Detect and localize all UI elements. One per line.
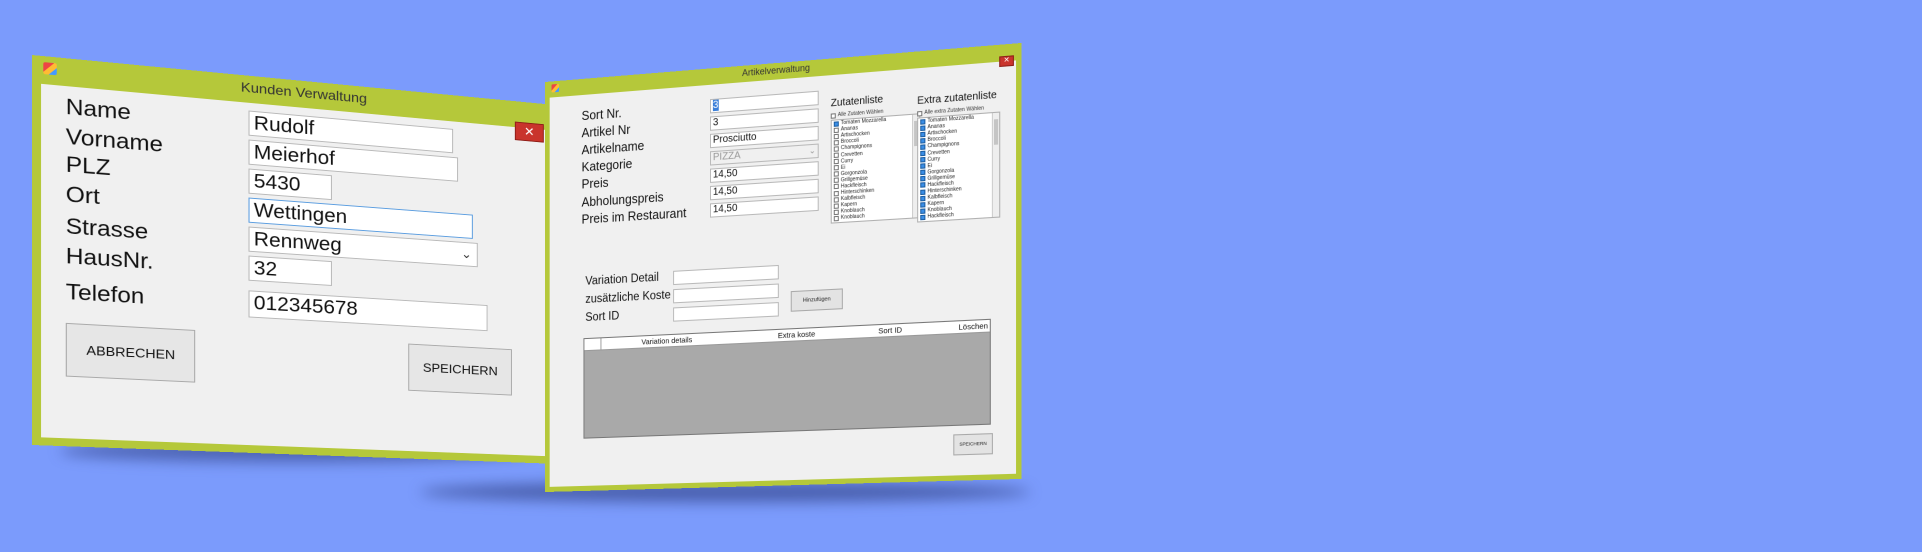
chevron-down-icon: ⌄	[461, 243, 472, 266]
artikelverwaltung-window: Artikelverwaltung ✕ Sort Nr. Artikel Nr …	[545, 43, 1021, 492]
list-item-label: Knoblauch	[841, 214, 865, 222]
plz-label: PLZ	[66, 152, 111, 181]
desktop-scene: Kunden Verwaltung ✕ Name Vorname PLZ Ort…	[0, 0, 1922, 552]
grid-header: Variation details Extra koste Sort ID Lö…	[584, 320, 989, 351]
checkbox[interactable]	[834, 197, 839, 203]
plz-field[interactable]: 5430	[248, 169, 331, 201]
checkbox[interactable]	[834, 171, 839, 177]
window-title: Artikelverwaltung	[550, 46, 1016, 94]
artikel-nr-label: Artikel Nr	[582, 123, 631, 141]
checkbox[interactable]	[917, 110, 922, 116]
checkbox[interactable]	[920, 202, 925, 208]
kategorie-label: Kategorie	[582, 157, 633, 175]
name-label: Name	[66, 94, 131, 125]
kunden-verwaltung-window: Kunden Verwaltung ✕ Name Vorname PLZ Ort…	[32, 55, 555, 464]
close-button[interactable]: ✕	[999, 55, 1014, 67]
chevron-down-icon: ⌄	[809, 145, 816, 158]
checkbox[interactable]	[834, 178, 839, 184]
sort-nr-value: 3	[713, 100, 718, 112]
telefon-field[interactable]: 012345678	[248, 290, 487, 331]
checkbox[interactable]	[920, 125, 925, 131]
checkbox[interactable]	[920, 144, 925, 150]
preis-restaurant-label: Preis im Restaurant	[582, 206, 687, 227]
column-header-sort-id[interactable]: Sort ID	[878, 325, 902, 336]
checkbox[interactable]	[920, 138, 925, 144]
checkbox[interactable]	[834, 203, 839, 209]
telefon-label: Telefon	[66, 279, 144, 309]
sort-id-label: Sort ID	[585, 310, 619, 324]
checkbox[interactable]	[920, 176, 925, 182]
extra-zutatenliste-title: Extra zutatenliste	[917, 89, 997, 107]
artikelname-label: Artikelname	[582, 139, 645, 158]
checkbox[interactable]	[834, 184, 839, 190]
column-header-loeschen[interactable]: Löschen	[958, 321, 988, 332]
checkbox[interactable]	[834, 152, 839, 158]
hausnr-label: HausNr.	[66, 243, 154, 274]
sort-nr-label: Sort Nr.	[582, 106, 622, 123]
speichern-button[interactable]: SPEICHERN	[953, 433, 993, 455]
checkbox[interactable]	[920, 170, 925, 176]
checkbox[interactable]	[831, 113, 836, 119]
checkbox[interactable]	[834, 216, 839, 222]
checkbox[interactable]	[834, 121, 839, 127]
hausnr-field[interactable]: 32	[248, 256, 331, 286]
variation-detail-field[interactable]	[673, 265, 779, 285]
checkbox[interactable]	[920, 151, 925, 157]
checkbox[interactable]	[834, 165, 839, 171]
variation-grid[interactable]: Variation details Extra koste Sort ID Lö…	[583, 319, 990, 439]
checkbox[interactable]	[920, 131, 925, 137]
checkbox[interactable]	[920, 119, 925, 125]
zutaten-list[interactable]: Tomaten Mozzarella Ananas Artischocken Broc…	[831, 113, 920, 223]
checkbox[interactable]	[834, 140, 839, 146]
checkbox[interactable]	[920, 208, 925, 214]
kategorie-value: PIZZA	[713, 150, 741, 163]
close-button[interactable]: ✕	[515, 122, 544, 143]
checkbox[interactable]	[834, 146, 839, 152]
preis-restaurant-field[interactable]: 14,50	[710, 196, 819, 217]
checkbox[interactable]	[834, 127, 839, 133]
grid-corner	[584, 338, 601, 350]
checkbox[interactable]	[834, 133, 839, 139]
checkbox[interactable]	[920, 163, 925, 169]
checkbox[interactable]	[920, 195, 925, 201]
zutatenliste-title: Zutatenliste	[831, 94, 883, 109]
ort-label: Ort	[66, 182, 100, 210]
speichern-button[interactable]: SPEICHERN	[408, 344, 512, 396]
sort-id-field[interactable]	[673, 302, 779, 322]
extra-zutaten-list[interactable]: Tomaten Mozzarella Ananas Artischocken Broc…	[917, 112, 1000, 223]
zusaetzliche-koste-label: zusätzliche Koste	[585, 289, 670, 306]
checkbox[interactable]	[920, 189, 925, 195]
strasse-value: Rennweg	[254, 229, 342, 256]
scrollbar[interactable]	[992, 113, 999, 217]
checkbox[interactable]	[920, 183, 925, 189]
checkbox[interactable]	[834, 190, 839, 196]
strasse-label: Strasse	[66, 213, 148, 244]
variation-detail-label: Variation Detail	[585, 272, 658, 288]
checkbox[interactable]	[834, 159, 839, 165]
abholungspreis-label: Abholungspreis	[582, 190, 664, 210]
abbrechen-button[interactable]: ABBRECHEN	[66, 323, 195, 383]
checkbox[interactable]	[920, 157, 925, 163]
zusaetzliche-koste-field[interactable]	[673, 283, 779, 303]
checkbox[interactable]	[920, 215, 925, 221]
column-header-extra-koste[interactable]: Extra koste	[778, 329, 815, 340]
checkbox[interactable]	[834, 209, 839, 215]
column-header-variation-details[interactable]: Variation details	[641, 335, 692, 347]
preis-label: Preis	[582, 176, 609, 192]
list-item-label: Hackfleisch	[927, 212, 953, 220]
hinzufuegen-button[interactable]: Hinzufügen	[791, 288, 843, 311]
